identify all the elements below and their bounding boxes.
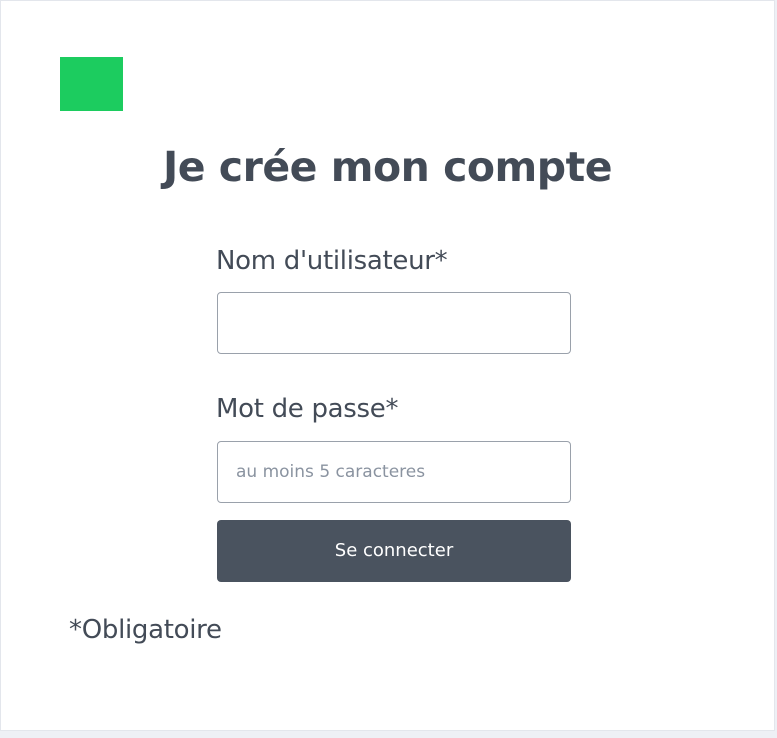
required-note: *Obligatoire — [69, 615, 222, 645]
password-label: Mot de passe* — [216, 394, 399, 424]
page-title: Je crée mon compte — [162, 143, 613, 191]
password-input[interactable] — [217, 441, 571, 503]
signup-card: Je crée mon compte Nom d'utilisateur* Mo… — [0, 0, 775, 731]
username-input[interactable] — [217, 292, 571, 354]
logo-icon — [60, 57, 123, 111]
username-label: Nom d'utilisateur* — [216, 246, 448, 276]
connect-button[interactable]: Se connecter — [217, 520, 571, 582]
